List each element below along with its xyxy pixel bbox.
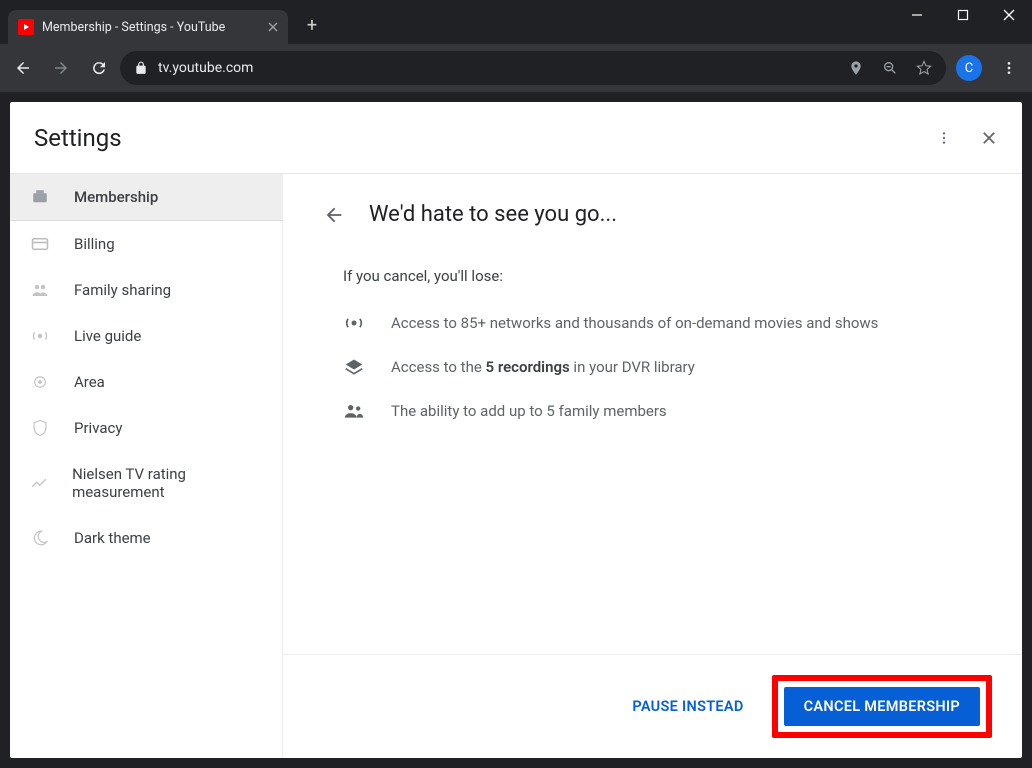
- sidebar-item-label: Dark theme: [74, 529, 151, 547]
- reload-button[interactable]: [82, 51, 116, 85]
- minimize-button[interactable]: [894, 0, 940, 30]
- header-menu-icon[interactable]: [936, 130, 952, 146]
- browser-tab[interactable]: Membership - Settings - YouTube: [8, 10, 288, 44]
- sidebar-item-label: Family sharing: [74, 281, 171, 299]
- action-footer: PAUSE INSTEAD CANCEL MEMBERSHIP: [283, 654, 1022, 758]
- location-icon[interactable]: [848, 60, 864, 76]
- target-icon: [30, 373, 50, 391]
- cancel-membership-button[interactable]: CANCEL MEMBERSHIP: [784, 687, 980, 726]
- sidebar-item-membership[interactable]: Membership: [10, 174, 282, 221]
- tutorial-highlight: CANCEL MEMBERSHIP: [772, 675, 992, 738]
- bookmark-icon[interactable]: [916, 60, 932, 76]
- loss-networks-text: Access to 85+ networks and thousands of …: [391, 314, 878, 332]
- window-controls: [894, 0, 1032, 30]
- chart-icon: [30, 474, 48, 492]
- cancel-heading: We'd hate to see you go...: [369, 202, 617, 227]
- pause-instead-button[interactable]: PAUSE INSTEAD: [626, 688, 749, 725]
- chrome-menu-button[interactable]: [992, 51, 1026, 85]
- lock-icon: [134, 61, 148, 75]
- sidebar-item-live-guide[interactable]: Live guide: [10, 313, 282, 359]
- tab-title: Membership - Settings - YouTube: [42, 20, 260, 35]
- sidebar-item-label: Nielsen TV rating measurement: [72, 465, 262, 501]
- shield-icon: [30, 419, 50, 437]
- membership-icon: [30, 188, 50, 206]
- content-main: We'd hate to see you go... If you cancel…: [283, 174, 1022, 654]
- loss-family-text: The ability to add up to 5 family member…: [391, 402, 667, 420]
- layers-icon: [343, 357, 365, 377]
- close-settings-icon[interactable]: [980, 129, 998, 147]
- loss-networks: Access to 85+ networks and thousands of …: [343, 313, 982, 333]
- back-arrow-icon[interactable]: [323, 204, 345, 226]
- live-icon: [30, 327, 50, 345]
- settings-sidebar: Membership Billing Family sharing Live g…: [10, 174, 283, 758]
- youtube-favicon: [18, 19, 34, 35]
- forward-button[interactable]: [44, 51, 78, 85]
- page-title: Settings: [34, 124, 122, 152]
- loss-family: The ability to add up to 5 family member…: [343, 401, 982, 421]
- zoom-icon[interactable]: [882, 60, 898, 76]
- address-bar[interactable]: tv.youtube.com: [120, 51, 946, 85]
- settings-header: Settings: [10, 102, 1022, 174]
- new-tab-button[interactable]: +: [298, 11, 326, 39]
- loss-dvr-text: Access to the 5 recordings in your DVR l…: [391, 358, 695, 376]
- sidebar-item-billing[interactable]: Billing: [10, 221, 282, 267]
- sidebar-item-privacy[interactable]: Privacy: [10, 405, 282, 451]
- broadcast-icon: [343, 313, 365, 333]
- card-icon: [30, 235, 50, 253]
- sidebar-item-dark-theme[interactable]: Dark theme: [10, 515, 282, 561]
- profile-avatar[interactable]: C: [956, 55, 982, 81]
- sidebar-item-label: Area: [74, 373, 105, 391]
- group-icon: [30, 281, 50, 299]
- url-text: tv.youtube.com: [158, 60, 253, 76]
- sidebar-item-label: Billing: [74, 235, 115, 253]
- sidebar-item-label: Membership: [74, 188, 158, 206]
- moon-icon: [30, 529, 50, 547]
- sidebar-item-label: Live guide: [74, 327, 141, 345]
- people-icon: [343, 401, 365, 421]
- close-window-button[interactable]: [986, 0, 1032, 30]
- sidebar-item-label: Privacy: [74, 419, 122, 437]
- close-tab-icon[interactable]: [268, 22, 278, 32]
- sidebar-item-family-sharing[interactable]: Family sharing: [10, 267, 282, 313]
- maximize-button[interactable]: [940, 0, 986, 30]
- back-button[interactable]: [6, 51, 40, 85]
- sidebar-item-area[interactable]: Area: [10, 359, 282, 405]
- cancel-subheading: If you cancel, you'll lose:: [343, 267, 982, 285]
- tab-strip: Membership - Settings - YouTube +: [0, 0, 1032, 44]
- browser-toolbar: tv.youtube.com C: [0, 44, 1032, 92]
- loss-dvr: Access to the 5 recordings in your DVR l…: [343, 357, 982, 377]
- sidebar-item-nielsen[interactable]: Nielsen TV rating measurement: [10, 451, 282, 515]
